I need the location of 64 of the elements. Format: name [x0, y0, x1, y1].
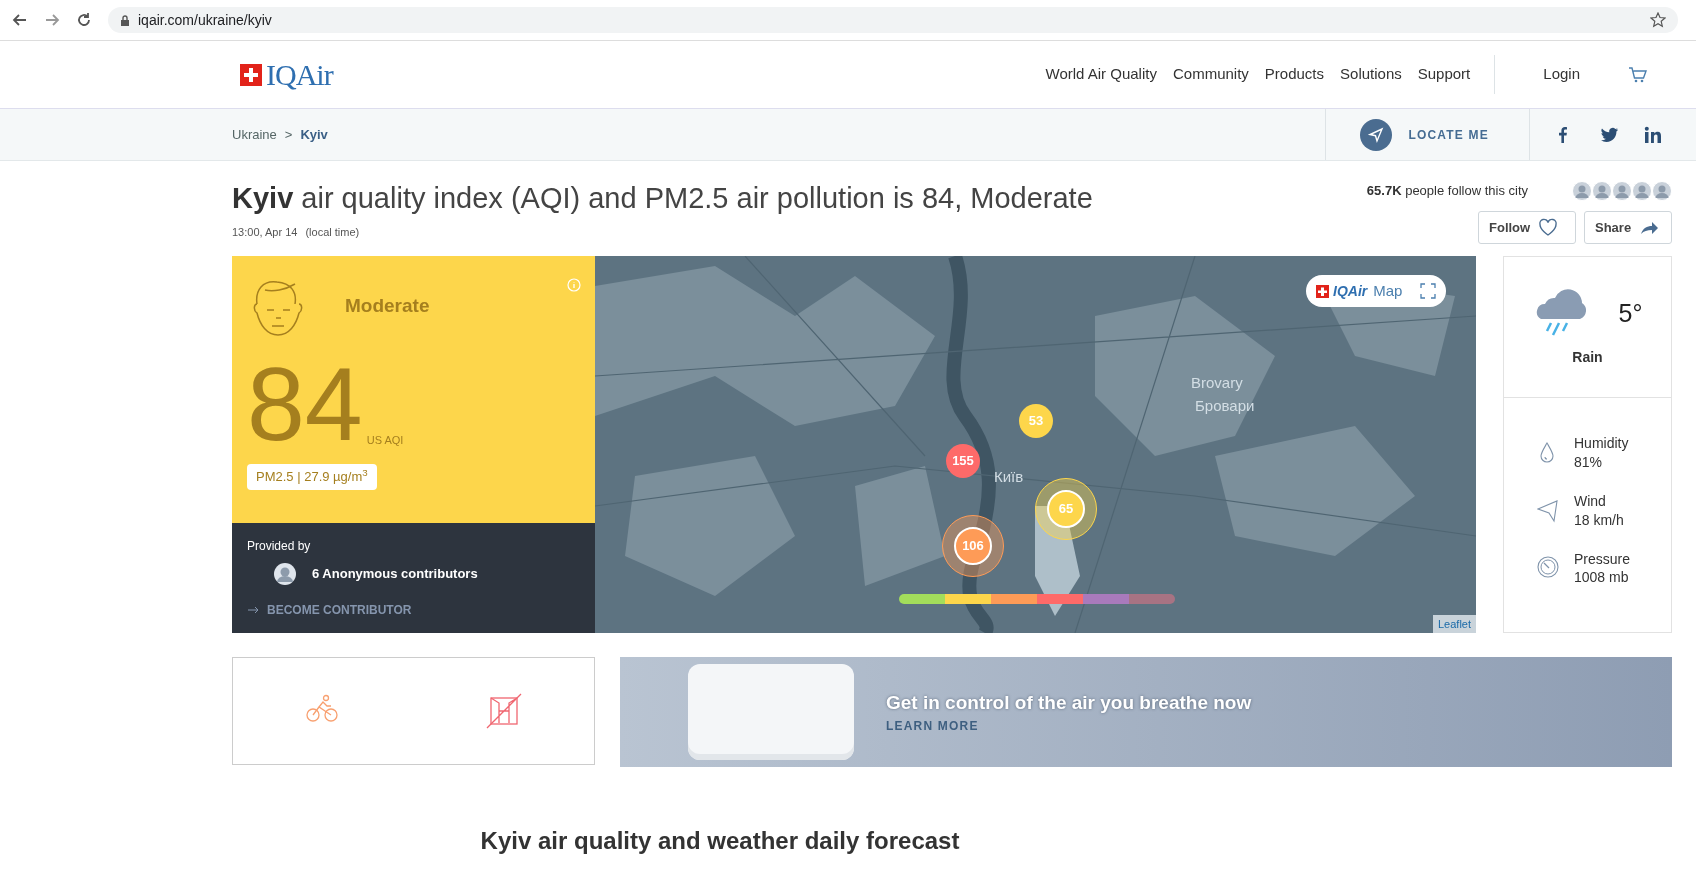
follower-avatar-icon	[1652, 181, 1672, 201]
nav-link[interactable]: Community	[1172, 63, 1249, 86]
breadcrumb-link[interactable]: Ukraine	[232, 124, 277, 145]
breadcrumb-link[interactable]: Kyiv	[300, 124, 328, 145]
aqi-value: 84	[247, 352, 363, 456]
learn-more-link[interactable]: LEARN MORE	[886, 717, 1252, 736]
locate-link[interactable]: LOCATE ME	[1408, 125, 1489, 144]
weather-detail-label: Humidity	[1574, 434, 1629, 453]
contributor-name: 6 Anonymous contributors	[312, 565, 478, 584]
fullscreen-icon[interactable]	[1420, 283, 1436, 299]
reload-icon[interactable]	[76, 12, 92, 28]
nav-link[interactable]: Support	[1417, 63, 1471, 86]
login-link[interactable]: Login	[1543, 63, 1580, 86]
pollutant-badge: PM2.5 | 27.9 µg/m$^{3}$	[247, 464, 377, 490]
follower-avatar-icon	[1612, 181, 1632, 201]
map-place-label: Brovary	[1191, 373, 1243, 393]
follower-avatar-icon	[1632, 181, 1652, 201]
cart-icon[interactable]	[1628, 66, 1648, 83]
aqi-unit: US AQI	[366, 432, 404, 448]
followers-count: 65.7K people follow this city	[1366, 182, 1528, 201]
weather-detail-value: 1008 mb	[1574, 568, 1630, 588]
follow-button[interactable]: Follow	[1478, 211, 1576, 244]
temperature: 5°	[1618, 298, 1643, 329]
twitter-icon[interactable]	[1600, 125, 1618, 144]
aqi-status: Moderate	[345, 293, 430, 318]
time-note: (local time)	[305, 224, 360, 240]
weather-detail-value: 18 km/h	[1574, 510, 1624, 530]
weather-condition: Rain	[1572, 348, 1603, 367]
promo-headline: Get in control of the air you breathe now	[886, 690, 1252, 715]
weather-detail-label: Pressure	[1574, 549, 1631, 569]
breadcrumb-separator: >	[284, 125, 293, 144]
become-contributor-link[interactable]: BECOME CONTRIBUTOR	[247, 601, 580, 619]
arrow-icon	[247, 605, 259, 615]
paper-plane-icon	[1537, 498, 1559, 523]
map-place-label: Київ	[994, 467, 1024, 487]
weather-detail-value: 81%	[1574, 452, 1604, 472]
provider-heading: Provided by	[247, 538, 312, 555]
map-place-label: Бровари	[1195, 396, 1255, 416]
back-icon[interactable]	[12, 12, 28, 28]
url-text[interactable]: iqair.com/ukraine/kyiv	[138, 9, 272, 31]
nav-link[interactable]: World Air Quality	[1045, 63, 1157, 86]
nav-link[interactable]: Solutions	[1340, 63, 1402, 86]
lock-icon	[120, 14, 130, 26]
crossed-window-icon	[485, 693, 522, 729]
logo-text[interactable]: IQAir	[266, 52, 333, 97]
map-logo-pill[interactable]: IQAir Map	[1306, 275, 1446, 307]
swiss-cross-icon	[1316, 284, 1329, 298]
gauge-icon	[1537, 556, 1559, 581]
heart-icon	[1538, 217, 1559, 238]
nav-link[interactable]: Products	[1264, 63, 1325, 86]
follower-avatar-icon	[1592, 181, 1612, 201]
update-time: 13:00, Apr 14	[232, 224, 298, 240]
page-title: Kyiv air quality index (AQI) and PM2.5 air pollution is 84, Moderate	[232, 181, 1093, 216]
locate-icon[interactable]	[1360, 118, 1393, 151]
section-heading: Kyiv air quality and weather daily forecast	[479, 827, 961, 856]
linkedin-icon[interactable]	[1644, 125, 1662, 144]
swiss-cross-icon	[240, 63, 262, 86]
share-button[interactable]: Share	[1584, 211, 1672, 244]
follower-avatar-icon	[1572, 181, 1592, 201]
forward-icon[interactable]	[44, 12, 60, 28]
contributor-avatar-icon	[274, 563, 296, 585]
star-icon[interactable]	[1650, 12, 1666, 28]
map-attribution-link[interactable]: Leaflet	[1432, 614, 1476, 633]
weather-detail-label: Wind	[1574, 491, 1607, 511]
